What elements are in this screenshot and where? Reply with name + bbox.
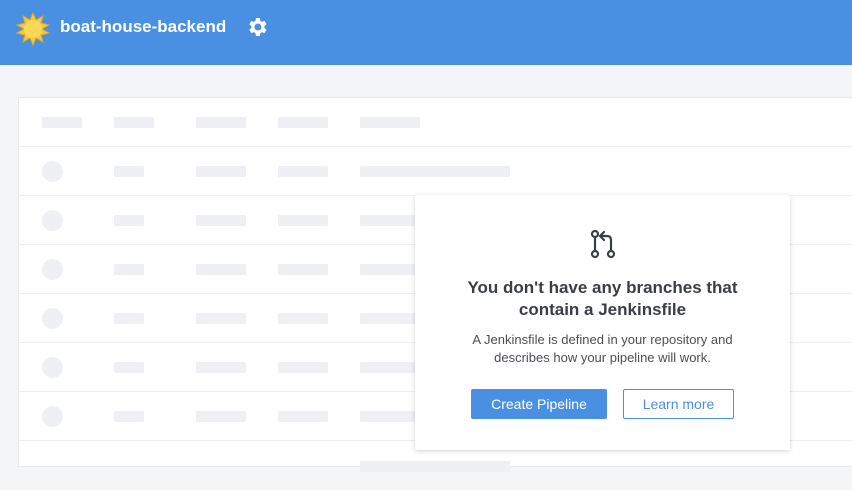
placeholder-bar xyxy=(360,117,420,128)
empty-state-description: A Jenkinsfile is defined in your reposit… xyxy=(445,331,760,367)
placeholder-bar xyxy=(196,411,246,422)
placeholder-bar xyxy=(42,117,82,128)
empty-state-title-line: You don't have any branches that xyxy=(467,278,738,297)
placeholder-bar xyxy=(196,117,246,128)
placeholder-status xyxy=(42,357,63,378)
placeholder-bar xyxy=(360,166,510,177)
learn-more-button[interactable]: Learn more xyxy=(623,389,734,419)
placeholder-status xyxy=(42,308,63,329)
placeholder-bar xyxy=(360,461,510,472)
placeholder-bar xyxy=(196,215,246,226)
table-header-row xyxy=(19,98,852,147)
pipeline-name[interactable]: boat-house-backend xyxy=(60,16,226,38)
empty-state-card: You don't have any branches that contain… xyxy=(415,195,790,450)
create-pipeline-button[interactable]: Create Pipeline xyxy=(471,389,607,419)
top-bar: boat-house-backend xyxy=(0,0,852,65)
placeholder-bar xyxy=(196,166,246,177)
empty-state-description-line: describes how your pipeline will work. xyxy=(494,350,711,365)
placeholder-bar xyxy=(278,411,328,422)
placeholder-bar xyxy=(114,117,154,128)
placeholder-status xyxy=(42,259,63,280)
table-row xyxy=(19,147,852,196)
gear-icon[interactable] xyxy=(245,15,269,39)
placeholder-bar xyxy=(114,362,144,373)
placeholder-bar xyxy=(114,215,144,226)
placeholder-status xyxy=(42,161,63,182)
placeholder-bar xyxy=(360,362,415,373)
placeholder-bar xyxy=(114,313,144,324)
placeholder-status xyxy=(42,210,63,231)
empty-state-description-line: A Jenkinsfile is defined in your reposit… xyxy=(472,332,733,347)
placeholder-bar xyxy=(114,411,144,422)
placeholder-bar xyxy=(196,313,246,324)
git-branch-icon xyxy=(590,229,616,259)
placeholder-bar xyxy=(278,166,328,177)
placeholder-status xyxy=(42,406,63,427)
placeholder-bar xyxy=(278,117,328,128)
empty-state-title-line: contain a Jenkinsfile xyxy=(518,300,687,319)
placeholder-bar xyxy=(360,313,415,324)
empty-state-title: You don't have any branches that contain… xyxy=(435,277,770,321)
placeholder-bar xyxy=(196,362,246,373)
placeholder-bar xyxy=(196,264,246,275)
placeholder-bar xyxy=(360,215,415,226)
placeholder-bar xyxy=(278,264,328,275)
placeholder-bar xyxy=(278,313,328,324)
placeholder-bar xyxy=(278,362,328,373)
placeholder-bar xyxy=(114,264,144,275)
placeholder-bar xyxy=(114,166,144,177)
jenkins-sun-icon[interactable] xyxy=(16,12,50,46)
placeholder-bar xyxy=(360,264,415,275)
placeholder-bar xyxy=(278,215,328,226)
placeholder-bar xyxy=(360,411,415,422)
